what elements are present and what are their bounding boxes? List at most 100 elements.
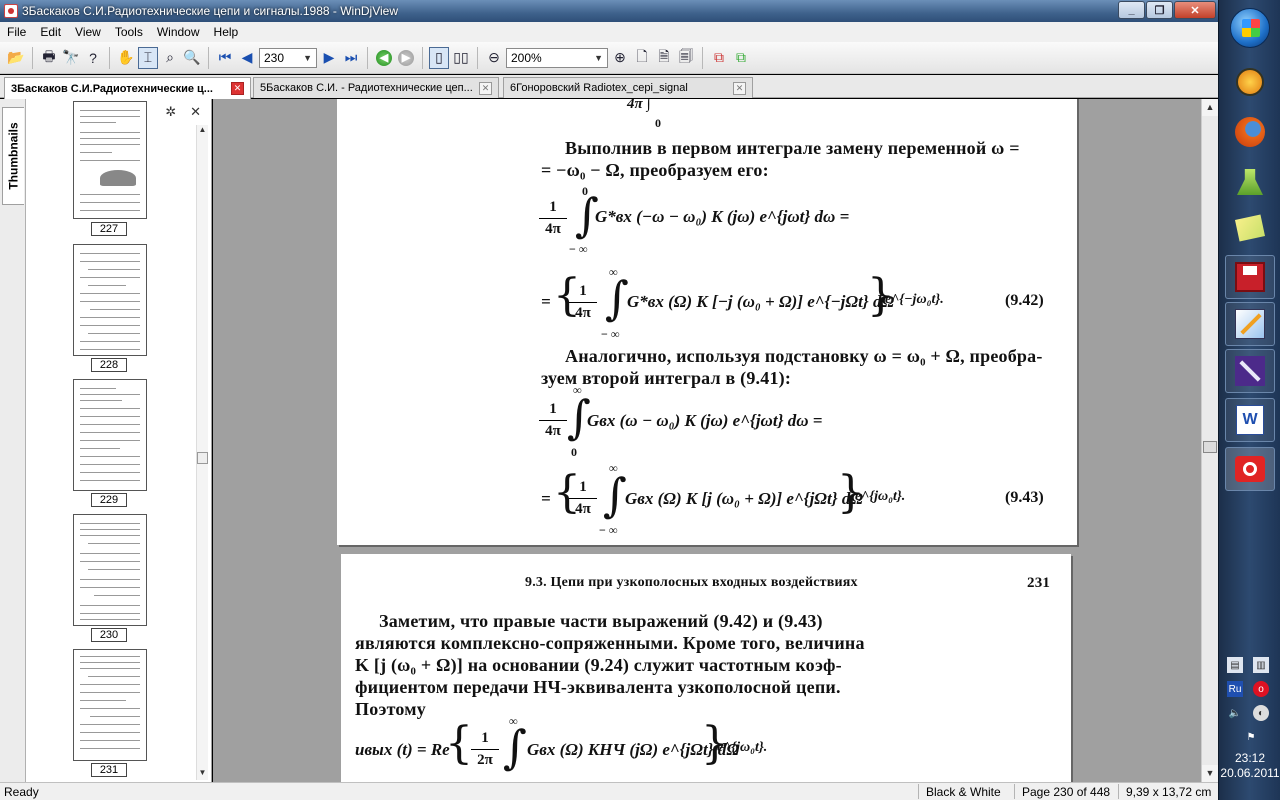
tab-document-3[interactable]: 6Гоноровский Radiotex_cepi_signal ✕ [503,77,753,98]
integral-lower-limit: − ∞ [569,242,588,256]
scroll-up-icon[interactable]: ▲ [197,125,208,137]
window-title: 3Баскаков С.И.Радиотехнические цепи и си… [22,4,398,18]
tab-document-2[interactable]: 5Баскаков С.И. - Радиотехнические цеп...… [253,77,499,98]
tab-close-icon[interactable]: ✕ [733,81,746,95]
equation-number: (9.42) [1005,292,1044,309]
open-folder-icon[interactable]: 📂 [6,47,26,69]
close-panel-icon[interactable]: ✕ [190,104,201,120]
menu-help[interactable]: Help [207,22,246,42]
last-page-icon[interactable]: ⏭ [341,47,361,69]
thumbnail-page-number: 227 [91,222,127,236]
tab-document-1[interactable]: 3Баскаков С.И.Радиотехнические ц... ✕ [4,77,251,99]
tab-close-icon[interactable]: ✕ [479,81,492,95]
magnify-icon[interactable]: 🔍 [182,47,202,69]
sticky-notes-icon[interactable] [1225,208,1275,248]
tray-volume-icon[interactable]: 🔈 [1227,705,1243,721]
help-icon[interactable]: ? [83,47,103,69]
fraction-numerator: 1 [579,283,587,299]
integral-lower-limit: − ∞ [601,327,620,341]
fraction-numerator: 1 [549,401,557,417]
tab-close-icon[interactable]: ✕ [231,82,244,95]
print-icon[interactable]: 🖶 [39,47,59,69]
actual-size-icon[interactable]: 🗐 [676,47,696,69]
clock[interactable]: 23:12 20.06.2011 [1219,751,1280,781]
tab-thumbnails-label: Thumbnails [6,122,21,190]
minimize-button[interactable]: _ [1118,1,1145,19]
fit-width-icon[interactable]: 🗎 [654,47,674,69]
paint-app-icon[interactable] [1225,302,1275,346]
page-number-combo[interactable]: 230 ▼ [259,47,317,68]
aimp-icon[interactable] [1225,62,1275,102]
fraction: 1 2π [471,730,499,769]
zoom-out-icon[interactable]: ⊖ [484,47,504,69]
document-view[interactable]: 4π ∫ 0 Выполнив в первом интеграле замен… [213,99,1201,782]
next-page-icon[interactable]: ▶ [319,47,339,69]
scroll-up-icon[interactable]: ▲ [1202,99,1218,116]
windjview-app-icon[interactable] [1225,447,1275,491]
status-bar: Ready Black & White Page 230 of 448 9,39… [0,782,1218,800]
toolbar-separator [32,46,33,69]
close-button[interactable]: ✕ [1174,1,1216,19]
app-icon[interactable] [4,4,18,18]
thumbnail-page[interactable] [73,514,147,626]
toolbar-separator [208,46,209,69]
previous-page-icon[interactable]: ◀ [237,47,257,69]
formula-body: Gвх (ω − ω₀) K (jω) e^{jωt} dω = [587,411,823,430]
document-page-231: 9.3. Цепи при узкополосных входных возде… [341,554,1071,782]
tray-display-icon[interactable]: ▤ [1227,657,1243,673]
find-icon[interactable]: 🔭 [61,47,81,69]
document-page-230: 4π ∫ 0 Выполнив в первом интеграле замен… [337,99,1077,545]
settings-icon[interactable]: ✲ [165,104,176,120]
menu-file[interactable]: File [0,22,33,42]
status-display-mode: Black & White [926,785,1001,799]
formula-lhs: uвых (t) = Re [355,740,450,759]
editor-app-icon[interactable] [1225,349,1275,393]
thumbnail-page[interactable] [73,244,147,356]
save-app-icon[interactable] [1225,255,1275,299]
forward-icon[interactable]: ▶ [396,47,416,69]
menu-view[interactable]: View [68,22,108,42]
tab-label: 3Баскаков С.И.Радиотехнические ц... [11,82,213,95]
integral-lower-limit: − ∞ [599,523,618,537]
thumbnail-page[interactable] [73,379,147,491]
document-scrollbar[interactable]: ▲ ▼ [1201,99,1218,782]
tray-app-icon[interactable]: ◐ [1253,705,1269,721]
facing-pages-icon[interactable]: ▯▯ [451,47,471,69]
thumbnail-page[interactable] [73,101,147,219]
rotate-left-icon[interactable]: ⧉ [709,47,729,69]
zoom-rect-icon[interactable]: ⌕ [160,47,180,69]
menu-window[interactable]: Window [150,22,207,42]
integral-sign: ∫ [603,468,627,522]
back-icon[interactable]: ◀ [374,47,394,69]
status-page-size: 9,39 x 13,72 cm [1126,785,1212,799]
single-page-icon[interactable]: ▯ [429,46,449,69]
thumbnail-page-number: 229 [91,493,127,507]
maximize-button[interactable]: ❐ [1146,1,1173,19]
first-page-icon[interactable]: ⏮ [215,47,235,69]
tray-language-indicator[interactable]: Ru [1227,681,1243,697]
thumbnails-scrollbar[interactable]: ▲ ▼ [196,125,208,780]
fraction-denominator: 4π [545,221,561,237]
thumbnail-page[interactable] [73,649,147,761]
network-tool-icon[interactable] [1225,162,1275,202]
menu-tools[interactable]: Tools [108,22,150,42]
zoom-in-icon[interactable]: ⊕ [610,47,630,69]
word-app-icon[interactable]: W [1225,398,1275,442]
tray-flag-icon[interactable]: ⚑ [1243,729,1259,745]
zoom-combo[interactable]: 200% ▼ [506,47,608,68]
start-button[interactable] [1230,8,1270,48]
thumbnails-scroll-thumb[interactable] [197,452,208,464]
taskbar: W ▤ ▥ Ru o 🔈 ◐ ⚑ 23:12 20.06.2011 [1218,0,1280,800]
tray-opera-icon[interactable]: o [1253,681,1269,697]
firefox-icon[interactable] [1225,112,1275,152]
tab-thumbnails[interactable]: Thumbnails [2,107,24,205]
tray-network-icon[interactable]: ▥ [1253,657,1269,673]
document-scroll-thumb[interactable] [1203,441,1217,453]
select-tool-icon[interactable]: ⌶ [138,46,158,69]
scroll-down-icon[interactable]: ▼ [197,768,208,780]
scroll-down-icon[interactable]: ▼ [1202,765,1218,782]
hand-tool-icon[interactable]: ✋ [116,47,136,69]
rotate-right-icon[interactable]: ⧉ [731,47,751,69]
menu-edit[interactable]: Edit [33,22,68,42]
fit-page-icon[interactable]: 🗋 [632,47,652,69]
